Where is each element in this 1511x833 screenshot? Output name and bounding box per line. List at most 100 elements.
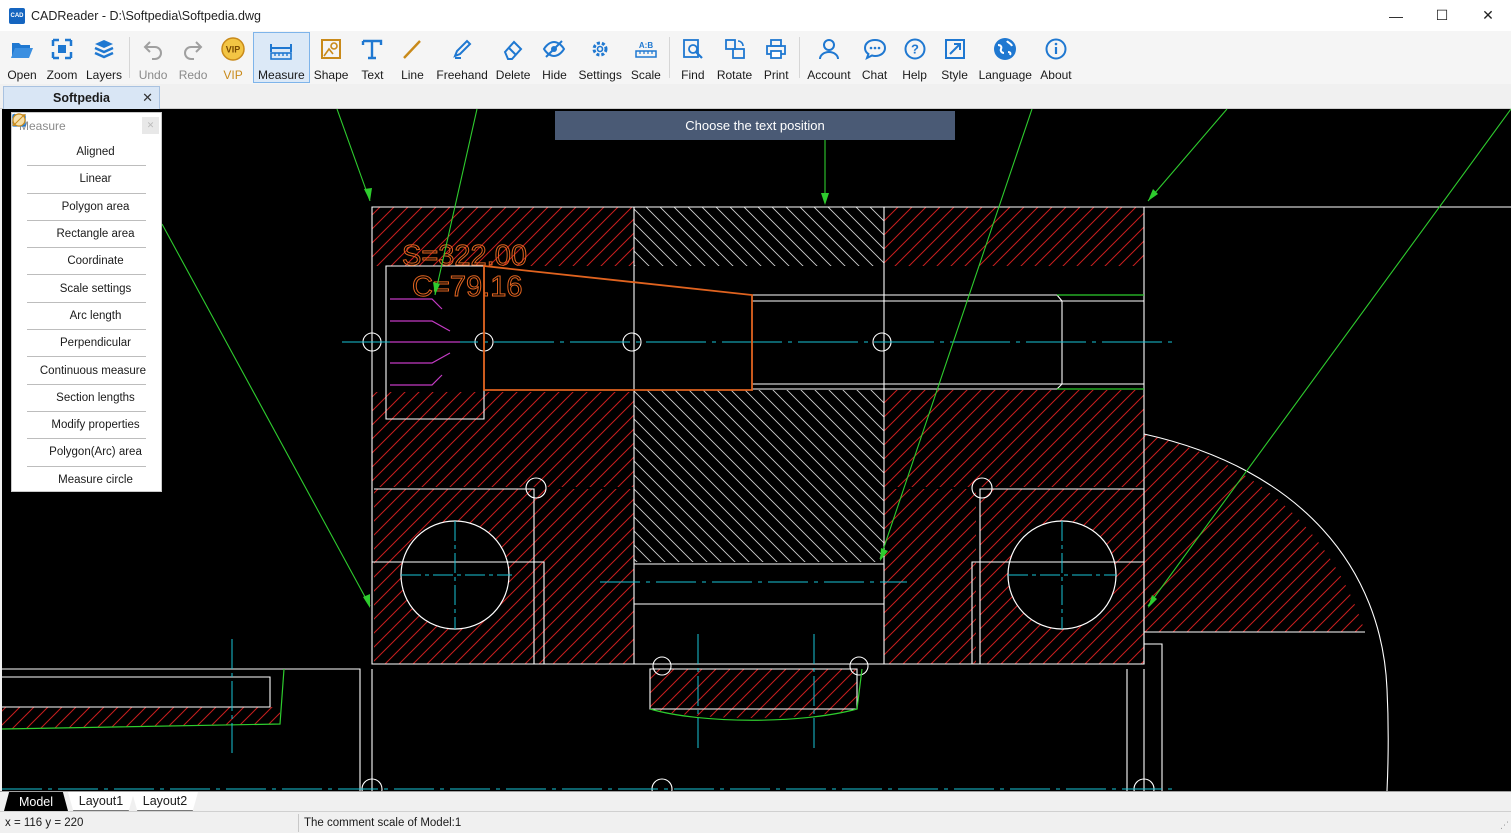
continuous-measure-icon <box>13 115 36 378</box>
language-label: Language <box>978 68 1032 82</box>
vip-label: VIP <box>223 68 243 82</box>
undo-label: Undo <box>138 68 168 82</box>
help-question-icon: ? <box>902 36 928 62</box>
redo-label: Redo <box>178 68 208 82</box>
open-label: Open <box>7 68 37 82</box>
delete-button[interactable]: Delete <box>492 32 535 83</box>
help-label: Help <box>902 68 927 82</box>
chat-bubble-icon <box>862 36 888 62</box>
title-bar: CAD CADReader - D:\Softpedia\Softpedia.d… <box>0 0 1511 31</box>
cad-drawing: S=322.00 C=79.16 <box>2 109 1511 791</box>
measure-label: Measure <box>258 68 305 82</box>
measure-modify-properties-button[interactable]: Modify properties <box>12 113 146 440</box>
measure-rectangle-area-button[interactable]: Rectangle area <box>12 114 146 249</box>
measure-section-lengths-button[interactable]: Section lengths <box>12 114 146 412</box>
measure-polygon-arc-area-button[interactable]: Polygon(Arc) area <box>12 114 146 467</box>
measure-panel-header: Measure ✕ <box>12 113 161 139</box>
drawing-canvas[interactable]: S=322.00 C=79.16 Choose the text positio… <box>2 109 1511 791</box>
measure-item-label: Perpendicular <box>60 337 131 350</box>
measure-circle-icon <box>12 113 54 487</box>
section-lengths-icon <box>12 114 52 405</box>
minimize-button[interactable]: — <box>1373 0 1419 31</box>
main-toolbar: Open Zoom Layers Undo Redo VIP VIP Measu… <box>0 31 1511 84</box>
freehand-button[interactable]: Freehand <box>432 32 491 83</box>
measure-panel-title: Measure <box>19 119 66 133</box>
shape-button[interactable]: Shape <box>310 32 353 83</box>
settings-label: Settings <box>578 68 622 82</box>
about-button[interactable]: About <box>1036 32 1076 83</box>
layout-tab-bar: Model Layout1 Layout2 <box>0 791 1511 811</box>
rotate-button[interactable]: Rotate <box>713 32 756 83</box>
hatch-region <box>650 669 857 718</box>
maximize-button[interactable]: ☐ <box>1419 0 1465 31</box>
line-button[interactable]: Line <box>392 32 432 83</box>
measure-continuous-button[interactable]: Continuous measure <box>13 115 146 385</box>
undo-icon <box>140 36 166 62</box>
window-title: CADReader - D:\Softpedia\Softpedia.dwg <box>31 8 261 23</box>
scale-ratio-icon: A:B <box>633 36 659 62</box>
measure-polygon-area-button[interactable]: Polygon area <box>12 114 146 221</box>
scale-button[interactable]: A:B Scale <box>626 32 666 83</box>
text-button[interactable]: Text <box>352 32 392 83</box>
layers-icon <box>91 36 117 62</box>
tab-model[interactable]: Model <box>4 792 68 811</box>
hide-label: Hide <box>542 68 567 82</box>
text-label: Text <box>361 68 384 82</box>
measure-aligned-button[interactable]: Aligned <box>12 113 146 167</box>
rotate-label: Rotate <box>716 68 753 82</box>
modify-properties-icon <box>12 113 47 432</box>
coordinate-icon <box>13 114 63 268</box>
hatch-region <box>634 392 884 562</box>
close-tab-icon[interactable]: ✕ <box>142 90 153 106</box>
help-button[interactable]: ? Help <box>895 32 935 83</box>
settings-button[interactable]: Settings <box>574 32 625 83</box>
measure-perpendicular-button[interactable]: Perpendicular <box>12 113 146 358</box>
perimeter-measure-label: C=79.16 <box>412 271 522 303</box>
measure-button[interactable]: Measure <box>253 32 310 83</box>
measure-scale-settings-button[interactable]: A:B Scale settings <box>12 116 146 303</box>
language-button[interactable]: Language <box>975 32 1036 83</box>
resize-grip-icon[interactable]: ⋰ <box>1500 820 1509 831</box>
document-tab[interactable]: Softpedia ✕ <box>3 86 160 109</box>
style-button[interactable]: Style <box>935 32 975 83</box>
open-button[interactable]: Open <box>2 32 42 83</box>
print-button[interactable]: Print <box>756 32 796 83</box>
area-measure-label: S=322.00 <box>402 240 527 272</box>
chat-button[interactable]: Chat <box>855 32 895 83</box>
toolbar-separator <box>129 37 131 78</box>
measure-linear-button[interactable]: Linear <box>12 116 146 194</box>
printer-icon <box>763 36 789 62</box>
close-window-button[interactable]: ✕ <box>1465 0 1511 31</box>
measure-arc-length-button[interactable]: Arc length <box>13 114 146 331</box>
measure-item-label: Aligned <box>76 146 115 159</box>
undo-button[interactable]: Undo <box>133 32 173 83</box>
vip-button[interactable]: VIP VIP <box>213 32 253 83</box>
line-label: Line <box>401 68 424 82</box>
measure-item-label: Coordinate <box>67 255 124 268</box>
find-text-icon <box>680 36 706 62</box>
close-panel-icon[interactable]: ✕ <box>142 117 159 134</box>
account-button[interactable]: Account <box>803 32 854 83</box>
globe-icon <box>992 36 1018 62</box>
rotate-icon <box>722 36 748 62</box>
line-icon <box>399 36 425 62</box>
find-button[interactable]: Find <box>673 32 713 83</box>
measure-coordinate-button[interactable]: Coordinate <box>13 114 146 276</box>
measure-circle-button[interactable]: Measure circle <box>12 113 146 494</box>
redo-button[interactable]: Redo <box>173 32 213 83</box>
folder-open-icon <box>9 36 35 62</box>
arc-length-icon <box>13 114 66 323</box>
hatch-region <box>372 392 634 487</box>
user-icon <box>816 36 842 62</box>
layers-button[interactable]: Layers <box>82 32 126 83</box>
measure-item-label: Linear <box>79 173 112 186</box>
cursor-coordinates: x = 116 y = 220 <box>5 817 84 829</box>
eraser-icon <box>500 36 526 62</box>
zoom-label: Zoom <box>46 68 78 82</box>
hatch-region <box>2 707 280 729</box>
find-label: Find <box>681 68 705 82</box>
tab-layout2[interactable]: Layout2 <box>132 792 198 811</box>
hide-button[interactable]: Hide <box>534 32 574 83</box>
tab-layout1[interactable]: Layout1 <box>68 792 134 811</box>
zoom-button[interactable]: Zoom <box>42 32 82 83</box>
